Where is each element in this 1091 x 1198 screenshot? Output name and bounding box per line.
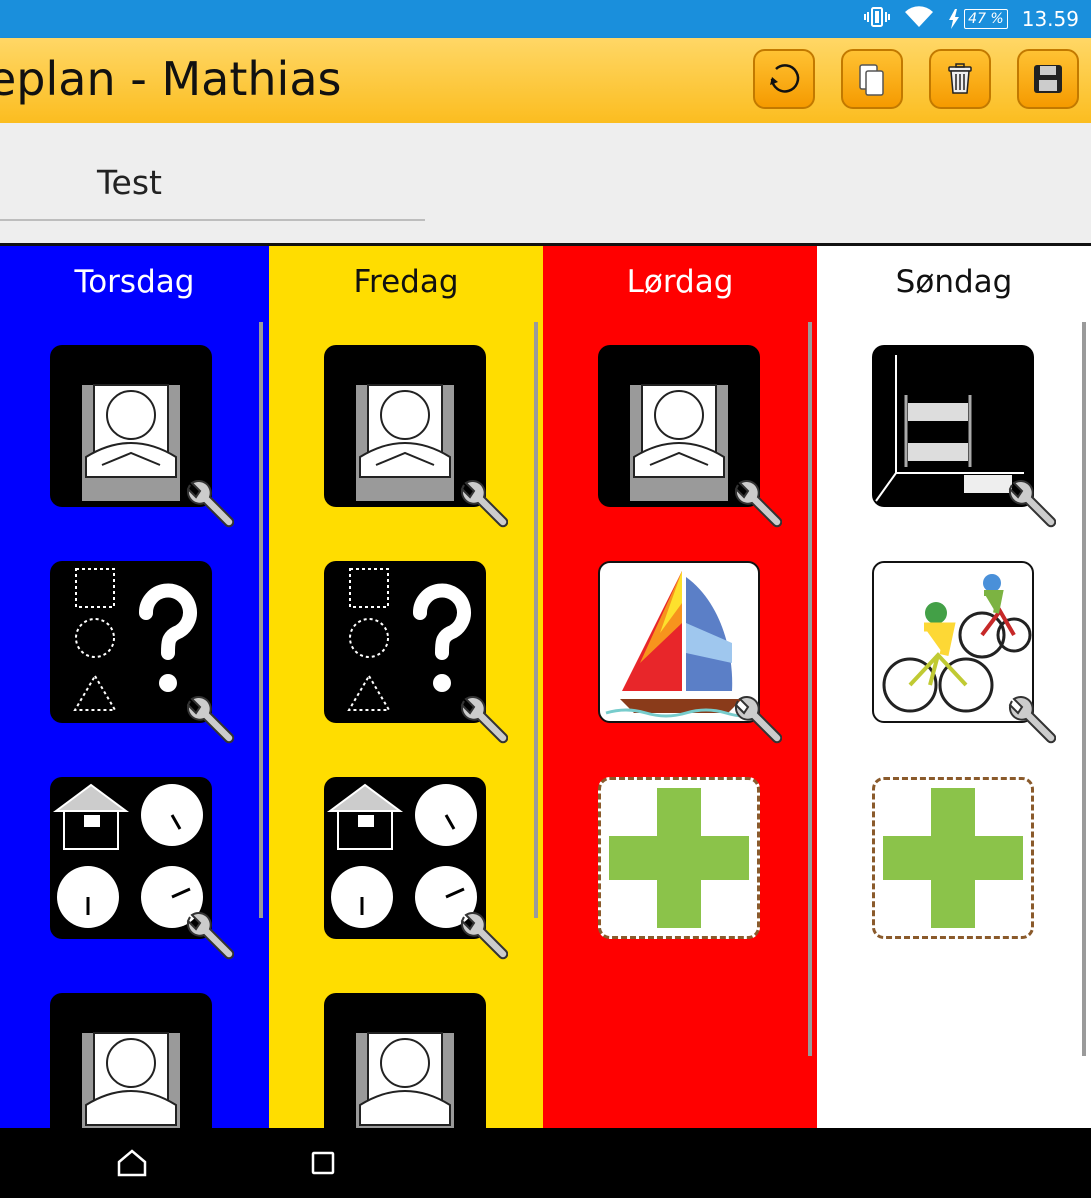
plan-name-field[interactable]: Test <box>97 163 162 202</box>
trash-icon <box>948 63 972 94</box>
day-header: Torsdag <box>74 264 195 300</box>
wifi-icon <box>904 5 934 33</box>
pictogram-sleep[interactable] <box>50 993 212 1128</box>
week-schedule: Torsdag Fredag Lørdag Søndag <box>0 246 1091 1128</box>
home-icon <box>117 1149 147 1177</box>
edit-wrench-icon[interactable] <box>728 477 782 531</box>
battery-indicator: 47 % <box>948 9 1008 29</box>
vibrate-icon <box>864 6 891 33</box>
day-header: Søndag <box>895 264 1013 300</box>
edit-wrench-icon[interactable] <box>1002 693 1056 747</box>
home-button[interactable] <box>112 1146 152 1180</box>
scrollbar[interactable] <box>259 322 263 918</box>
scrollbar[interactable] <box>534 322 538 918</box>
day-column-torsdag: Torsdag <box>0 246 269 1128</box>
day-column-sondag: Søndag <box>817 246 1091 1128</box>
day-header: Fredag <box>353 264 459 300</box>
save-icon <box>1034 65 1062 93</box>
plan-name-bar: Test <box>0 123 1091 246</box>
undo-icon <box>770 64 800 93</box>
charging-icon <box>949 9 960 29</box>
scrollbar[interactable] <box>1082 322 1086 1056</box>
recents-icon <box>311 1151 335 1175</box>
sleep-in-bed-icon <box>356 1032 454 1128</box>
status-indicators: 47 % 13.59 <box>864 5 1079 33</box>
add-activity-button[interactable] <box>872 777 1034 939</box>
save-button[interactable] <box>1017 49 1079 109</box>
copy-button[interactable] <box>841 49 903 109</box>
battery-level: 47 % <box>964 9 1008 29</box>
status-bar: 47 % 13.59 <box>0 0 1091 38</box>
scrollbar[interactable] <box>808 322 812 1056</box>
delete-button[interactable] <box>929 49 991 109</box>
edit-wrench-icon[interactable] <box>454 909 508 963</box>
clock: 13.59 <box>1021 7 1079 31</box>
day-column-lordag: Lørdag <box>543 246 817 1128</box>
field-underline <box>0 219 425 221</box>
edit-wrench-icon[interactable] <box>454 693 508 747</box>
add-plus-icon <box>609 788 749 928</box>
day-column-fredag: Fredag <box>269 246 543 1128</box>
add-activity-button[interactable] <box>598 777 760 939</box>
edit-wrench-icon[interactable] <box>180 693 234 747</box>
sleep-in-bed-icon <box>82 1032 180 1128</box>
undo-button[interactable] <box>753 49 815 109</box>
recents-button[interactable] <box>303 1146 343 1180</box>
page-title: eplan - Mathias <box>0 52 342 106</box>
day-header: Lørdag <box>626 264 734 300</box>
edit-wrench-icon[interactable] <box>454 477 508 531</box>
navigation-bar <box>0 1128 1091 1198</box>
edit-wrench-icon[interactable] <box>728 693 782 747</box>
add-plus-icon <box>883 788 1023 928</box>
pictogram-sleep[interactable] <box>324 993 486 1128</box>
edit-wrench-icon[interactable] <box>180 909 234 963</box>
edit-wrench-icon[interactable] <box>1002 477 1056 531</box>
app-bar: eplan - Mathias <box>0 38 1091 123</box>
copy-icon <box>859 64 884 96</box>
edit-wrench-icon[interactable] <box>180 477 234 531</box>
